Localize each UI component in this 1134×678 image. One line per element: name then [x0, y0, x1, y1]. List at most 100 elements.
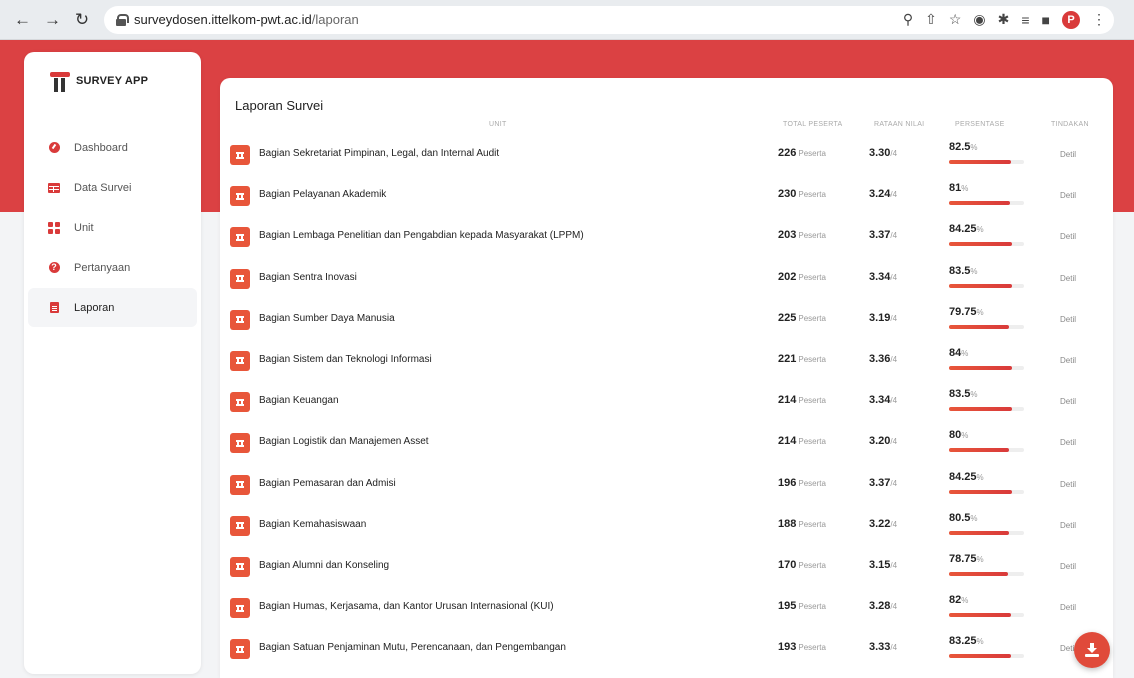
sidebar-item-unit[interactable]: Unit — [28, 208, 197, 247]
table-row: Bagian Humas, Kerjasama, dan Kantor Urus… — [220, 588, 1113, 629]
percentage-bar — [949, 365, 1024, 370]
table-body: Bagian Sekretariat Pimpinan, Legal, dan … — [220, 135, 1113, 670]
table-row: Bagian Lembaga Penelitian dan Pengabdian… — [220, 217, 1113, 258]
percentage-value: 84% — [949, 346, 969, 359]
percentage-bar — [949, 654, 1024, 659]
detail-link[interactable]: Detil — [1060, 232, 1076, 241]
detail-link[interactable]: Detil — [1060, 521, 1076, 530]
bookmark-star-icon[interactable]: ☆ — [949, 11, 962, 28]
forward-arrow-icon[interactable]: → — [44, 10, 61, 30]
percentage-bar — [949, 407, 1024, 412]
table-row: Bagian Alumni dan Konseling 170 Peserta 3… — [220, 547, 1113, 588]
percentage-bar — [949, 448, 1024, 453]
average-rating: 3.20/4 — [869, 435, 898, 448]
average-rating: 3.15/4 — [869, 558, 898, 571]
sidebar-item-label: Laporan — [74, 301, 115, 314]
app-name: SURVEY APP — [76, 75, 149, 87]
sidebar-item-label: Data Survei — [74, 181, 132, 194]
total-peserta: 196 Peserta — [778, 476, 826, 489]
profile-avatar[interactable]: P — [1062, 10, 1080, 29]
url-text: surveydosen.ittelkom-pwt.ac.id/laporan — [134, 12, 359, 27]
sidebar-item-dashboard[interactable]: Dashboard — [28, 128, 197, 167]
detail-link[interactable]: Detil — [1060, 438, 1076, 447]
share-icon[interactable]: ⇧ — [925, 11, 937, 28]
table-row: Bagian Pemasaran dan Admisi 196 Peserta 3… — [220, 465, 1113, 506]
building-icon — [230, 556, 250, 577]
detail-link[interactable]: Detil — [1060, 397, 1076, 406]
detail-link[interactable]: Detil — [1060, 562, 1076, 571]
total-peserta: 225 Peserta — [778, 311, 826, 324]
detail-link[interactable]: Detil — [1060, 150, 1076, 159]
average-rating: 3.30/4 — [869, 147, 898, 159]
unit-name: Bagian Logistik dan Manajemen Asset — [259, 436, 429, 448]
detail-link[interactable]: Detil — [1060, 480, 1076, 489]
report-card: Laporan Survei UNIT TOTAL PESERTA RATAAN… — [220, 78, 1113, 678]
url-bar-icons: ⚲ ⇧ ☆ ◉ ✱ ≡ ■ P ⋮ — [903, 10, 1106, 29]
detail-link[interactable]: Detil — [1060, 603, 1076, 612]
percentage-bar — [949, 530, 1024, 535]
column-header-action: TINDAKAN — [1051, 121, 1089, 128]
detail-link[interactable]: Detil — [1060, 315, 1076, 324]
sidebar-item-laporan[interactable]: Laporan — [28, 288, 197, 327]
unit-name: Bagian Pemasaran dan Admisi — [259, 477, 396, 489]
table-row: Bagian Kemahasiswaan 188 Peserta 3.22/4 8… — [220, 506, 1113, 547]
percentage-bar — [949, 160, 1024, 164]
browser-nav: ← → ↻ — [0, 10, 90, 30]
percentage-bar — [949, 489, 1024, 494]
total-peserta: 214 Peserta — [778, 394, 826, 407]
address-bar[interactable]: surveydosen.ittelkom-pwt.ac.id/laporan ⚲… — [104, 5, 1114, 34]
reload-icon[interactable]: ↻ — [74, 10, 90, 30]
unit-name: Bagian Pelayanan Akademik — [259, 189, 387, 201]
table-row: Bagian Logistik dan Manajemen Asset 214 P… — [220, 423, 1113, 464]
extensions-puzzle-icon[interactable]: ✱ — [998, 11, 1010, 28]
table-row: Bagian Pelayanan Akademik 230 Peserta 3.2… — [220, 176, 1113, 217]
table-header: UNIT TOTAL PESERTA RATAAN NILAI PERSENTA… — [220, 121, 1113, 135]
unit-name: Bagian Sentra Inovasi — [259, 271, 357, 283]
column-header-rating: RATAAN NILAI — [874, 121, 925, 128]
building-icon — [230, 598, 250, 619]
percentage-bar — [949, 324, 1024, 329]
unit-name: Bagian Keuangan — [259, 395, 339, 407]
zoom-icon[interactable]: ⚲ — [903, 11, 913, 28]
table-icon — [48, 182, 60, 194]
detail-link[interactable]: Detil — [1060, 191, 1076, 200]
percentage-value: 84.25% — [949, 223, 984, 236]
total-peserta: 202 Peserta — [778, 270, 826, 283]
sidebar-item-data-survei[interactable]: Data Survei — [28, 168, 197, 207]
document-icon — [48, 302, 60, 314]
building-icon — [230, 309, 250, 330]
building-icon — [230, 515, 250, 536]
percentage-value: 84.25% — [949, 470, 984, 483]
grid-icon — [48, 221, 60, 234]
detail-link[interactable]: Detil — [1060, 356, 1076, 365]
total-peserta: 230 Peserta — [778, 188, 826, 201]
total-peserta: 203 Peserta — [778, 229, 826, 242]
table-row: Bagian Keuangan 214 Peserta 3.34/4 83.5% … — [220, 382, 1113, 423]
total-peserta: 226 Peserta — [778, 147, 826, 159]
percentage-bar — [949, 283, 1024, 288]
percentage-bar — [949, 201, 1024, 206]
sidebar-item-pertanyaan[interactable]: ? Pertanyaan — [28, 248, 197, 287]
table-row: Bagian Satuan Penjaminan Mutu, Perencana… — [220, 629, 1113, 670]
percentage-value: 83.25% — [949, 635, 984, 648]
back-arrow-icon[interactable]: ← — [14, 10, 31, 30]
sidebar: SURVEY APP Dashboard Data Survei Unit ? … — [24, 52, 201, 674]
download-button[interactable] — [1074, 632, 1110, 668]
percentage-value: 79.75% — [949, 305, 984, 318]
sidebar-item-label: Dashboard — [74, 141, 128, 154]
side-panel-icon[interactable]: ■ — [1042, 12, 1050, 28]
building-icon — [230, 186, 250, 207]
menu-kebab-icon[interactable]: ⋮ — [1092, 11, 1106, 28]
building-icon — [230, 268, 250, 289]
reading-list-icon[interactable]: ≡ — [1021, 12, 1029, 28]
percentage-value: 81% — [949, 182, 969, 195]
sidebar-item-label: Pertanyaan — [74, 261, 131, 274]
detail-link[interactable]: Detil — [1060, 274, 1076, 283]
average-rating: 3.34/4 — [869, 270, 898, 283]
total-peserta: 193 Peserta — [778, 641, 826, 654]
column-header-total: TOTAL PESERTA — [783, 121, 843, 128]
total-peserta: 170 Peserta — [778, 558, 826, 571]
average-rating: 3.37/4 — [869, 229, 898, 242]
sidebar-item-label: Unit — [74, 221, 94, 234]
camera-extension-icon[interactable]: ◉ — [973, 11, 985, 28]
